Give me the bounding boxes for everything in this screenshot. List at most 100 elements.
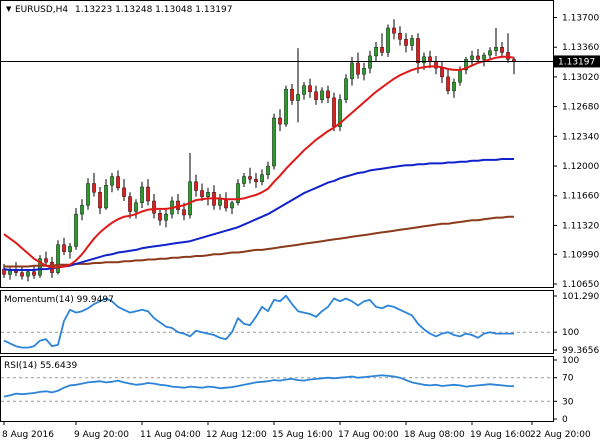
price-y-tick-label: 1.11660 bbox=[562, 192, 599, 202]
price-y-tick-label: 1.13360 bbox=[562, 43, 599, 53]
momentum-y-axis: 101.2901 100 99.3656 bbox=[553, 292, 600, 356]
bear-candle bbox=[440, 67, 444, 78]
bear-candle bbox=[44, 258, 48, 263]
bear-candle bbox=[224, 199, 228, 209]
price-y-axis: 1.13700 1.13360 1.13020 1.12680 1.12340 1.120… bbox=[553, 13, 599, 290]
bear-candle bbox=[476, 55, 480, 60]
time-tick-label: 8 Aug 2016 bbox=[2, 430, 54, 440]
bear-candle bbox=[356, 62, 360, 75]
bear-candle bbox=[122, 187, 126, 197]
time-tick-label: 15 Aug 16:00 bbox=[272, 430, 333, 440]
bear-candle bbox=[278, 117, 282, 125]
bull-candle bbox=[296, 94, 300, 101]
bull-candle bbox=[482, 54, 486, 60]
bull-candle bbox=[284, 88, 288, 125]
symbol-title: EURUSD,H4 bbox=[15, 5, 68, 15]
bear-candle bbox=[62, 244, 66, 252]
bull-candle bbox=[74, 213, 78, 247]
current-price-tag-label: 1.13197 bbox=[558, 57, 595, 67]
bull-candle bbox=[386, 27, 390, 53]
bull-candle bbox=[452, 81, 456, 92]
time-tick-label: 9 Aug 20:00 bbox=[74, 430, 129, 440]
price-y-tick-label: 1.12000 bbox=[562, 162, 599, 172]
bull-candle bbox=[104, 185, 108, 209]
price-y-tick-label: 1.13700 bbox=[562, 13, 599, 23]
rsi-y-tick-label: 100 bbox=[562, 356, 579, 366]
bull-candle bbox=[110, 176, 114, 186]
bear-candle bbox=[194, 181, 198, 191]
price-y-tick-label: 1.11320 bbox=[562, 221, 599, 231]
bull-candle bbox=[242, 176, 246, 184]
bear-candle bbox=[428, 56, 432, 62]
ohlc-readout: 1.13223 1.13248 1.13048 1.13197 bbox=[75, 5, 232, 15]
bear-candle bbox=[380, 47, 384, 53]
bull-candle bbox=[80, 205, 84, 215]
bull-candle bbox=[320, 90, 324, 100]
ma-mid-line bbox=[3, 158, 514, 271]
bull-candle bbox=[302, 85, 306, 95]
bull-candle bbox=[86, 183, 90, 206]
price-y-tick-label: 1.12340 bbox=[562, 132, 599, 142]
bull-candle bbox=[374, 47, 378, 57]
price-plot-area bbox=[0, 19, 553, 282]
bull-candle bbox=[272, 117, 276, 167]
bear-candle bbox=[398, 33, 402, 40]
bull-candle bbox=[164, 213, 168, 221]
bear-candle bbox=[254, 178, 258, 182]
price-y-tick-label: 1.10990 bbox=[562, 250, 599, 260]
bull-candle bbox=[368, 55, 372, 69]
bear-candle bbox=[128, 196, 132, 212]
bull-candle bbox=[494, 47, 498, 51]
rsi-y-axis: 100 70 30 0 bbox=[553, 356, 579, 425]
bear-candle bbox=[32, 271, 36, 276]
rsi-y-tick-label: 0 bbox=[562, 415, 568, 425]
price-y-tick-label: 1.10650 bbox=[562, 280, 599, 290]
bear-candle bbox=[290, 88, 294, 101]
bear-candle bbox=[98, 192, 102, 209]
time-tick-label: 11 Aug 04:00 bbox=[140, 430, 201, 440]
bear-candle bbox=[512, 59, 516, 62]
bull-candle bbox=[344, 78, 348, 100]
bear-candle bbox=[146, 186, 150, 202]
rsi-title: RSI(14) 55.6439 bbox=[4, 361, 77, 371]
bear-candle bbox=[308, 85, 312, 92]
bear-candle bbox=[116, 176, 120, 189]
bull-candle bbox=[266, 165, 270, 175]
time-tick-label: 19 Aug 16:00 bbox=[470, 430, 531, 440]
bull-candle bbox=[422, 56, 426, 64]
bear-candle bbox=[326, 90, 330, 99]
bear-candle bbox=[314, 91, 318, 100]
momentum-y-tick-label: 100 bbox=[562, 328, 579, 338]
trading-chart: 1.13700 1.13360 1.13020 1.12680 1.12340 1.120… bbox=[0, 0, 600, 440]
bull-candle bbox=[218, 199, 222, 206]
time-axis: 8 Aug 2016 9 Aug 20:00 11 Aug 04:00 12 Aug … bbox=[2, 421, 591, 440]
bear-candle bbox=[500, 47, 504, 53]
bear-candle bbox=[14, 270, 18, 273]
momentum-y-tick-label: 101.2901 bbox=[562, 292, 600, 302]
ma-fast-line bbox=[3, 55, 515, 269]
momentum-y-tick-label: 99.3656 bbox=[562, 346, 599, 356]
bull-candle bbox=[206, 192, 210, 197]
momentum-title: Momentum(14) 99.9497 bbox=[4, 295, 114, 305]
symbol-menu-triangle[interactable]: ▼ bbox=[6, 5, 12, 13]
bear-candle bbox=[392, 27, 396, 34]
price-y-tick-label: 1.12680 bbox=[562, 103, 599, 113]
time-tick-label: 18 Aug 08:00 bbox=[404, 430, 465, 440]
bear-candle bbox=[92, 183, 96, 193]
bear-candle bbox=[404, 39, 408, 46]
bear-candle bbox=[332, 97, 336, 127]
rsi-y-tick-label: 70 bbox=[562, 374, 574, 384]
bear-candle bbox=[248, 176, 252, 180]
bull-candle bbox=[260, 174, 264, 182]
bull-candle bbox=[470, 55, 474, 60]
rsi-plot-area bbox=[1, 374, 553, 402]
bear-candle bbox=[152, 200, 156, 214]
bull-candle bbox=[8, 270, 12, 275]
bear-candle bbox=[182, 209, 186, 216]
price-panel-frame bbox=[0, 0, 554, 288]
ma-slow-line bbox=[4, 215, 514, 268]
bear-candle bbox=[446, 76, 450, 92]
time-tick-label: 12 Aug 12:00 bbox=[206, 430, 267, 440]
time-tick-label: 22 Aug 20:00 bbox=[530, 430, 591, 440]
bull-candle bbox=[350, 62, 354, 79]
